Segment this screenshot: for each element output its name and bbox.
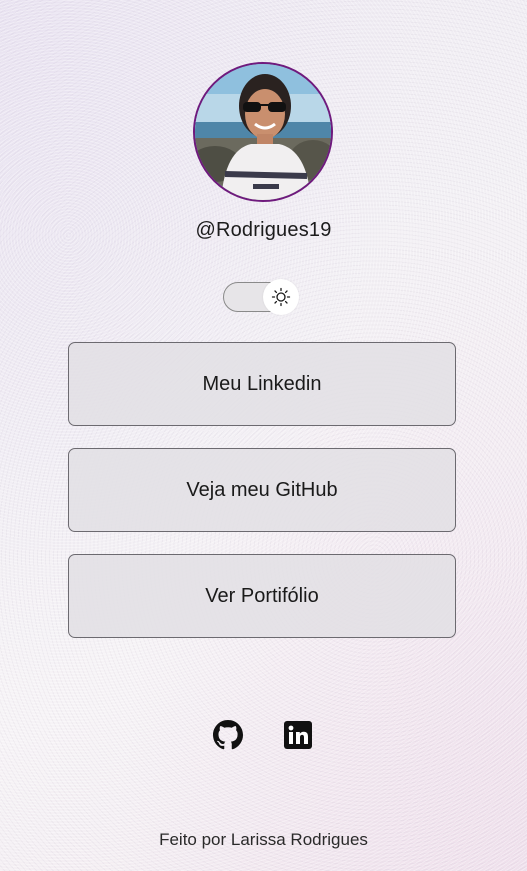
- linkedin-link-button[interactable]: Meu Linkedin: [68, 342, 456, 426]
- avatar: [193, 62, 333, 202]
- footer-credit: Feito por Larissa Rodrigues: [159, 830, 368, 849]
- github-social-link[interactable]: [213, 720, 243, 750]
- theme-toggle-knob[interactable]: [263, 279, 299, 315]
- linkedin-icon: [284, 721, 312, 749]
- github-link-label: Veja meu GitHub: [186, 478, 338, 501]
- linkedin-link-label: Meu Linkedin: [202, 372, 322, 395]
- portfolio-link-button[interactable]: Ver Portifólio: [68, 554, 456, 638]
- sun-icon: [271, 287, 291, 307]
- portfolio-link-label: Ver Portifólio: [205, 584, 319, 607]
- github-link-button[interactable]: Veja meu GitHub: [68, 448, 456, 532]
- linkedin-social-link[interactable]: [283, 720, 313, 750]
- github-icon: [213, 720, 243, 750]
- theme-toggle[interactable]: [223, 279, 301, 315]
- profile-handle: @Rodrigues19: [195, 219, 332, 241]
